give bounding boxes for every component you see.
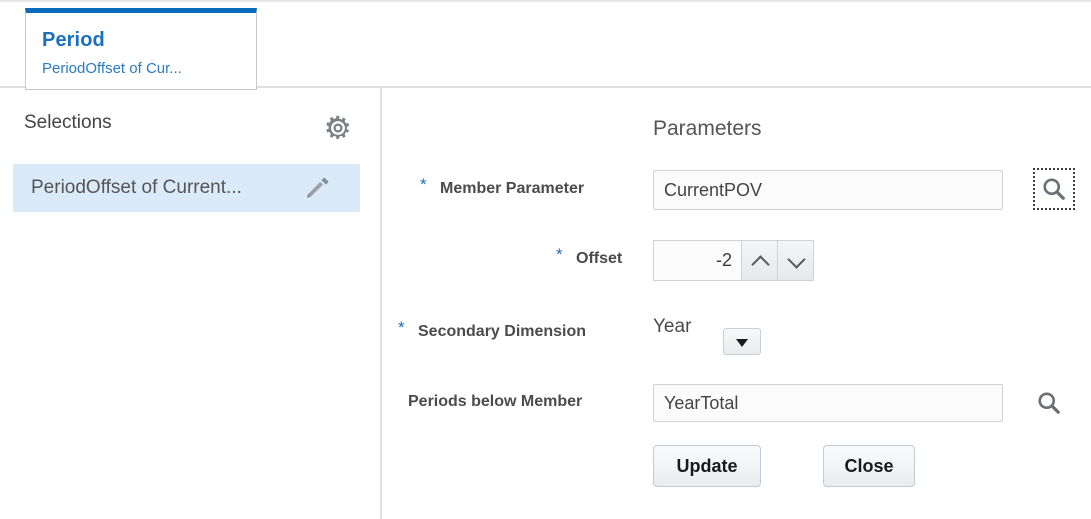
label-periods-below-member: Periods below Member (408, 393, 583, 410)
close-button[interactable]: Close (823, 445, 915, 487)
selection-item-label: PeriodOffset of Current... (31, 177, 242, 198)
chevron-up-icon[interactable] (741, 240, 778, 281)
tab-period[interactable]: Period PeriodOffset of Cur... (25, 8, 257, 90)
update-button[interactable]: Update (653, 445, 761, 487)
parameters-panel: Parameters * Member Parameter * Offset (384, 88, 1091, 519)
label-member-parameter: Member Parameter (440, 180, 585, 197)
tab-period-title: Period (42, 29, 105, 51)
pencil-icon[interactable] (304, 174, 332, 202)
search-icon[interactable] (1039, 174, 1069, 204)
required-asterisk-secondary-dimension: * (398, 318, 405, 337)
tab-period-subtitle: PeriodOffset of Cur... (42, 60, 182, 77)
chevron-down-icon[interactable] (777, 240, 814, 281)
caret-down-icon[interactable] (723, 328, 761, 355)
offset-stepper (653, 240, 815, 281)
selections-title: Selections (24, 112, 112, 133)
selections-panel: Selections PeriodOffset of Current... (0, 88, 382, 519)
label-offset: Offset (576, 250, 623, 267)
selections-header: Selections (0, 88, 380, 164)
required-asterisk-member-parameter: * (420, 175, 427, 194)
member-parameter-input[interactable] (653, 170, 1003, 210)
tab-strip: Period PeriodOffset of Cur... (0, 0, 1091, 90)
search-icon[interactable] (1034, 388, 1064, 418)
selection-list-item[interactable]: PeriodOffset of Current... (13, 164, 360, 212)
secondary-dimension-value: Year (653, 316, 692, 337)
offset-input[interactable] (653, 240, 741, 281)
required-asterisk-offset: * (556, 245, 563, 264)
periods-below-member-input[interactable] (653, 384, 1003, 422)
label-secondary-dimension: Secondary Dimension (418, 323, 587, 340)
gear-icon[interactable] (322, 112, 354, 144)
page-title: Parameters (653, 117, 762, 140)
